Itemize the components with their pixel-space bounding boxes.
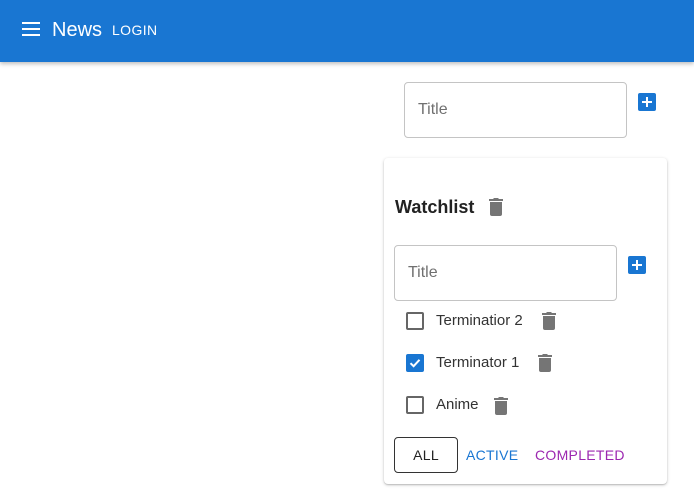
task-checkbox[interactable] (406, 354, 424, 372)
new-task-title-input[interactable] (395, 246, 616, 300)
new-task-title-field[interactable] (394, 245, 617, 301)
app-title: News (52, 19, 103, 41)
list-title: Watchlist (395, 197, 475, 217)
trash-icon[interactable] (542, 312, 556, 330)
task-label: Terminatior 2 (436, 312, 523, 329)
filter-completed-button[interactable]: COMPLETED (535, 447, 625, 463)
new-list-title-input[interactable] (405, 83, 626, 137)
task-item: Terminator 1 (384, 350, 667, 376)
trash-icon[interactable] (489, 198, 503, 216)
task-label: Terminator 1 (436, 354, 520, 371)
trash-icon[interactable] (538, 354, 552, 372)
add-task-button[interactable] (628, 256, 646, 274)
app-bar: News LOGIN (0, 0, 694, 62)
filter-all-button[interactable]: ALL (394, 437, 458, 473)
task-item: Terminatior 2 (384, 308, 667, 334)
todolist-card: Watchlist Terminatior 2 Terminator 1 Ani… (384, 158, 667, 484)
menu-icon[interactable] (22, 22, 42, 38)
task-item: Anime (384, 392, 667, 418)
login-button[interactable]: LOGIN (112, 22, 158, 38)
task-label: Anime (436, 396, 479, 413)
new-list-title-field[interactable] (404, 82, 627, 138)
task-checkbox[interactable] (406, 396, 424, 414)
trash-icon[interactable] (494, 397, 508, 415)
task-checkbox[interactable] (406, 312, 424, 330)
add-list-button[interactable] (638, 93, 656, 111)
filter-active-button[interactable]: ACTIVE (466, 447, 518, 463)
